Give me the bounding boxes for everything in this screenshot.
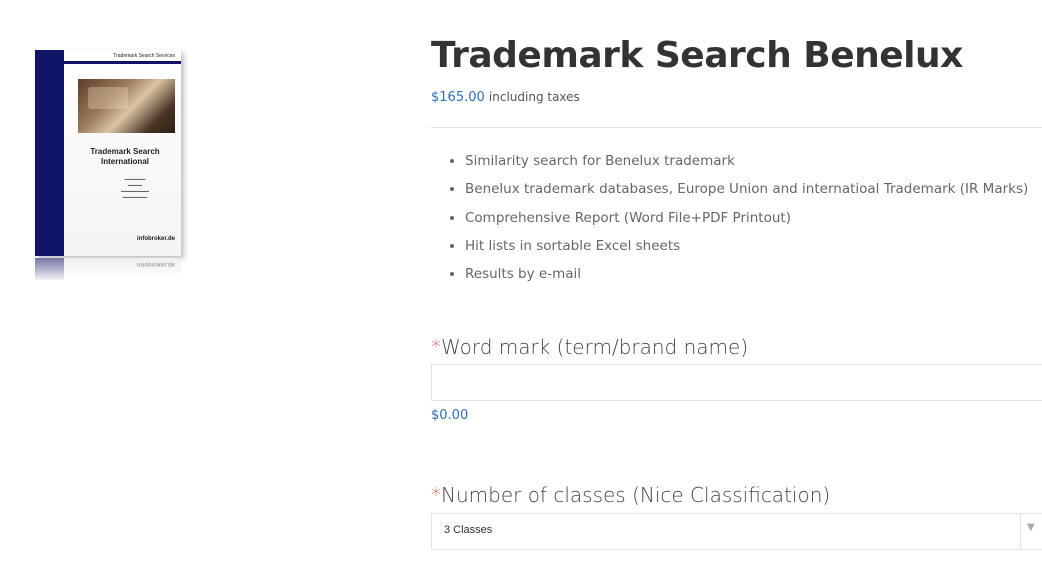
brochure-title-line1: Trademark Search — [90, 147, 160, 156]
brochure-title: Trademark Search International — [69, 147, 181, 167]
brochure-series-label: Trademark Search Services — [113, 53, 175, 59]
classes-label-text: Number of classes (Nice Classification) — [441, 483, 831, 507]
brochure-brand: infobroker.de — [137, 236, 176, 242]
divider — [431, 127, 1042, 128]
brochure-cover: Trademark Search Services Trademark Sear… — [35, 50, 181, 256]
price-line: $165.00 including taxes — [431, 88, 580, 107]
word-mark-input[interactable] — [431, 364, 1042, 401]
brochure-spine — [35, 50, 64, 256]
product-price: $165.00 — [431, 90, 485, 105]
chevron-down-icon: ▼ — [1027, 522, 1035, 533]
classes-select[interactable]: 3 Classes ▼ — [431, 513, 1042, 550]
product-page: Trademark Search Services Trademark Sear… — [0, 0, 1042, 585]
classes-selected-value: 3 Classes — [444, 524, 493, 536]
product-title: Trademark Search Benelux — [431, 35, 963, 76]
word-mark-label: *Word mark (term/brand name) — [431, 334, 748, 360]
word-mark-price: $0.00 — [431, 408, 469, 423]
feature-item: Hit lists in sortable Excel sheets — [465, 232, 1028, 260]
feature-item: Benelux trademark databases, Europe Unio… — [465, 175, 1028, 203]
feature-item: Comprehensive Report (Word File+PDF Prin… — [465, 204, 1028, 232]
price-tax-note: including taxes — [488, 90, 580, 104]
classes-label: *Number of classes (Nice Classification) — [431, 482, 830, 508]
feature-item: Similarity search for Benelux trademark — [465, 147, 1028, 175]
brochure-reflection: infobroker.de — [35, 258, 181, 280]
brochure-title-line2: International — [100, 157, 149, 166]
select-arrow-button[interactable]: ▼ — [1020, 514, 1042, 549]
reflection-spine — [35, 258, 64, 280]
brochure-photo — [78, 79, 175, 133]
feature-list: Similarity search for Benelux trademark … — [445, 147, 1028, 288]
required-marker: * — [431, 483, 441, 507]
required-marker: * — [431, 335, 441, 359]
feature-item: Results by e-mail — [465, 260, 1028, 288]
word-mark-label-text: Word mark (term/brand name) — [441, 335, 749, 359]
product-image[interactable]: Trademark Search Services Trademark Sear… — [35, 50, 195, 280]
brochure-topline — [64, 61, 181, 64]
brochure-fine-print: ▬▬▬▬▬▬ ▬▬▬▬ ▬▬▬▬▬▬▬▬ ▬▬▬▬▬▬▬ — [121, 177, 149, 199]
reflection-brand: infobroker.de — [137, 261, 176, 267]
